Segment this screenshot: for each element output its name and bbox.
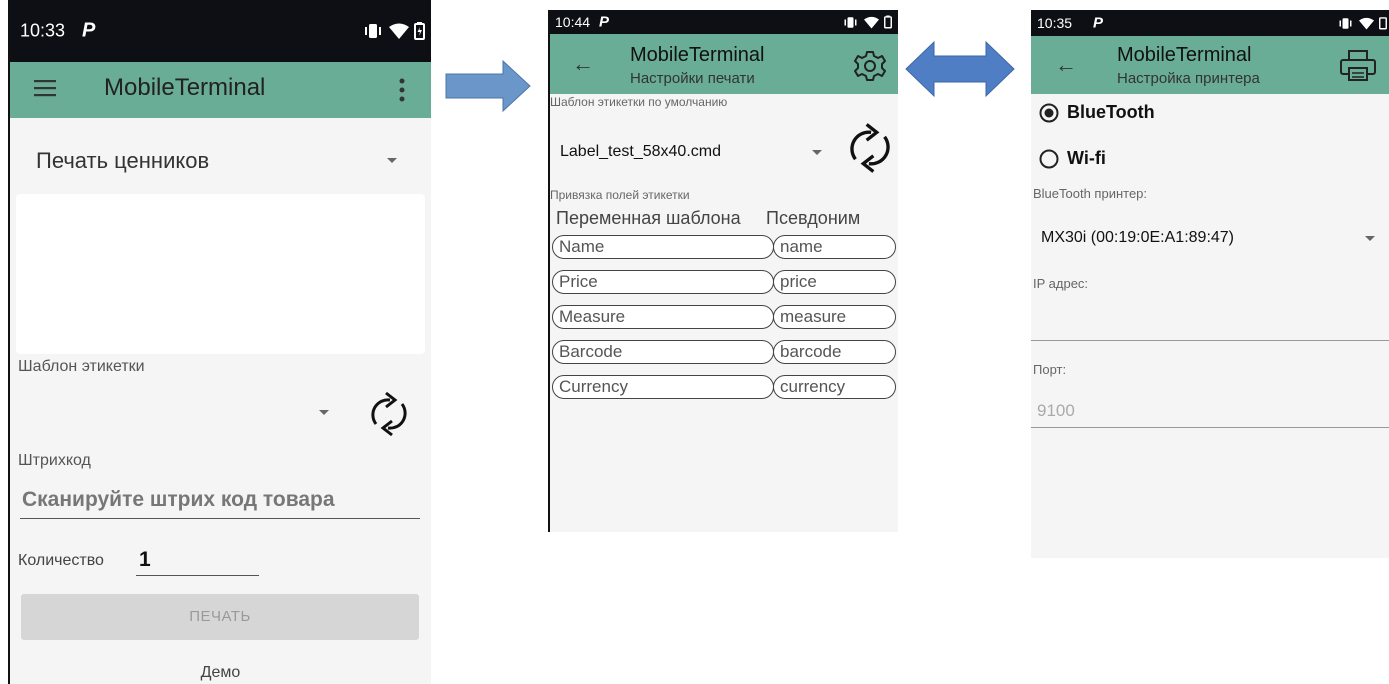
mode-select[interactable]: Печать ценников <box>10 138 431 182</box>
alias-field-price[interactable]: price <box>773 270 896 294</box>
info-panel <box>16 194 425 354</box>
double-arrow-icon <box>905 40 1015 98</box>
quantity-input[interactable]: 1 <box>136 546 259 578</box>
status-time: 10:33 <box>20 20 66 41</box>
app-subtitle: Настройка принтера <box>1117 70 1260 87</box>
back-arrow-icon[interactable]: ← <box>1055 52 1077 78</box>
vibrate-icon <box>1339 17 1352 29</box>
variable-field-currency[interactable]: Currency <box>552 375 774 399</box>
wifi-icon <box>1359 17 1374 29</box>
ip-input[interactable] <box>1031 306 1389 342</box>
app-title: MobileTerminal <box>1117 44 1252 66</box>
refresh-icon[interactable] <box>842 116 898 180</box>
ip-underline <box>1031 340 1389 341</box>
chevron-down-icon <box>812 150 822 155</box>
app-bar: ← MobileTerminal Настройка принтера <box>1031 36 1389 94</box>
barcode-label: Штрихкод <box>18 452 91 469</box>
hamburger-icon[interactable] <box>34 79 56 97</box>
app-title: MobileTerminal <box>104 74 266 101</box>
bt-printer-label: BlueTooth принтер: <box>1033 186 1148 201</box>
battery-icon <box>884 15 892 29</box>
barcode-input-placeholder: Сканируйте штрих код товара <box>22 488 335 511</box>
arrow-right-icon <box>445 60 531 112</box>
status-bar: 10:44 P <box>550 10 898 34</box>
screen-main: 10:33 P MobileTerminal Печать ценников Ш… <box>10 0 431 684</box>
p-logo-icon: P <box>1093 14 1104 32</box>
quantity-label: Количество <box>18 552 104 569</box>
more-vert-icon[interactable] <box>399 78 405 102</box>
status-time: 10:35 <box>1037 15 1073 31</box>
p-logo-icon: P <box>82 19 96 42</box>
wifi-icon <box>389 23 409 39</box>
battery-icon <box>1379 17 1387 30</box>
variable-field-price[interactable]: Price <box>552 270 774 294</box>
bt-printer-select[interactable]: MX30i (00:19:0E:A1:89:47) <box>1031 222 1385 256</box>
footer-demo: Демо <box>200 664 241 681</box>
default-template-select[interactable]: Label_test_58x40.cmd <box>550 134 830 170</box>
col-variable-header: Переменная шаблона <box>556 208 741 228</box>
wifi-icon <box>864 16 879 28</box>
alias-field-currency[interactable]: currency <box>773 375 896 399</box>
port-placeholder: 9100 <box>1037 401 1075 420</box>
col-alias-header: Псевдоним <box>766 208 861 228</box>
template-select[interactable] <box>18 384 348 434</box>
screen-main-border <box>8 0 10 684</box>
back-arrow-icon[interactable]: ← <box>572 51 594 77</box>
vibrate-icon <box>365 24 381 38</box>
chevron-down-icon <box>1365 236 1375 241</box>
print-button[interactable]: ПЕЧАТЬ <box>21 594 419 640</box>
radio-bluetooth[interactable]: BlueTooth <box>1039 100 1239 126</box>
p-logo-icon: P <box>599 13 610 31</box>
barcode-underline <box>20 518 420 519</box>
alias-field-measure[interactable]: measure <box>773 305 896 329</box>
binding-label: Привязка полей этикетки <box>550 188 690 202</box>
printer-icon[interactable] <box>1339 50 1377 82</box>
radio-wifi[interactable]: Wi-fi <box>1039 146 1239 172</box>
gear-icon[interactable] <box>854 50 886 82</box>
screen-print-settings-border <box>548 10 550 532</box>
variable-field-barcode[interactable]: Barcode <box>552 340 774 364</box>
alias-field-name[interactable]: name <box>773 235 896 259</box>
vibrate-icon <box>844 16 857 28</box>
status-icons <box>362 22 425 40</box>
status-bar: 10:33 P <box>10 0 431 62</box>
port-input[interactable]: 9100 <box>1031 396 1389 430</box>
quantity-value: 1 <box>139 548 151 571</box>
variable-field-measure[interactable]: Measure <box>552 305 774 329</box>
status-bar: 10:35 P <box>1031 10 1389 36</box>
refresh-icon[interactable] <box>364 388 414 440</box>
app-subtitle: Настройки печати <box>630 70 755 87</box>
port-underline <box>1031 427 1389 428</box>
ip-label: IP адрес: <box>1033 276 1089 291</box>
port-label: Порт: <box>1033 362 1067 377</box>
variable-field-name[interactable]: Name <box>552 235 774 259</box>
chevron-down-icon <box>387 158 397 163</box>
screen-printer-settings: 10:35 P ← MobileTerminal Настройка принт… <box>1031 10 1389 558</box>
screen-print-settings: 10:44 P ← MobileTerminal Настройки печат… <box>550 10 898 532</box>
battery-icon <box>414 22 425 40</box>
status-time: 10:44 <box>555 14 591 30</box>
quantity-underline <box>136 575 259 576</box>
barcode-input[interactable]: Сканируйте штрих код товара <box>20 484 420 520</box>
status-icons <box>1337 17 1387 30</box>
template-label: Шаблон этикетки <box>18 358 145 375</box>
alias-field-barcode[interactable]: barcode <box>773 340 896 364</box>
default-template-label: Шаблон этикетки по умолчанию <box>550 95 728 109</box>
radio-wifi-label: Wi-fi <box>1067 148 1106 168</box>
app-title: MobileTerminal <box>630 44 765 66</box>
print-button-label: ПЕЧАТЬ <box>189 608 251 625</box>
radio-bluetooth-label: BlueTooth <box>1067 102 1155 122</box>
app-bar: ← MobileTerminal Настройки печати <box>550 34 898 94</box>
mode-select-value: Печать ценников <box>36 148 210 173</box>
radio-unchecked-icon <box>1039 149 1059 169</box>
bt-printer-value: MX30i (00:19:0E:A1:89:47) <box>1041 229 1235 246</box>
chevron-down-icon <box>319 410 329 415</box>
status-icons <box>842 15 892 29</box>
app-bar: MobileTerminal <box>10 62 431 118</box>
default-template-value: Label_test_58x40.cmd <box>560 143 721 160</box>
radio-checked-icon <box>1039 103 1059 123</box>
